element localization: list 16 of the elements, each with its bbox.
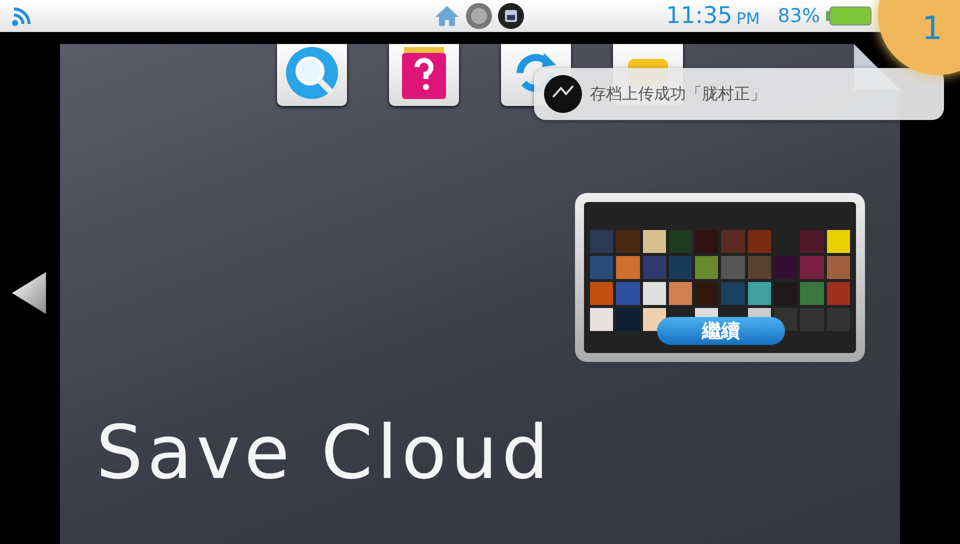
- app-title: Save Cloud: [96, 416, 554, 490]
- app-tile[interactable]: [389, 44, 459, 106]
- save-disk-icon[interactable]: [498, 3, 524, 29]
- home-icon[interactable]: [434, 5, 460, 27]
- globe-search-icon: [284, 45, 340, 101]
- notification-message: 存档上传成功「胧村正」: [590, 84, 766, 104]
- clock-time: 11:35: [666, 3, 732, 29]
- battery-percent: 83%: [778, 5, 820, 27]
- left-arrow-icon[interactable]: [12, 272, 46, 314]
- app-tile[interactable]: [277, 44, 347, 106]
- continue-button[interactable]: 繼續: [657, 317, 785, 345]
- help-book-icon: [400, 45, 448, 101]
- notification-count[interactable]: 1: [922, 9, 942, 47]
- clock-meridiem: PM: [736, 8, 760, 28]
- battery-icon: [826, 6, 872, 26]
- upload-toast[interactable]: 存档上传成功「胧村正」: [534, 68, 944, 120]
